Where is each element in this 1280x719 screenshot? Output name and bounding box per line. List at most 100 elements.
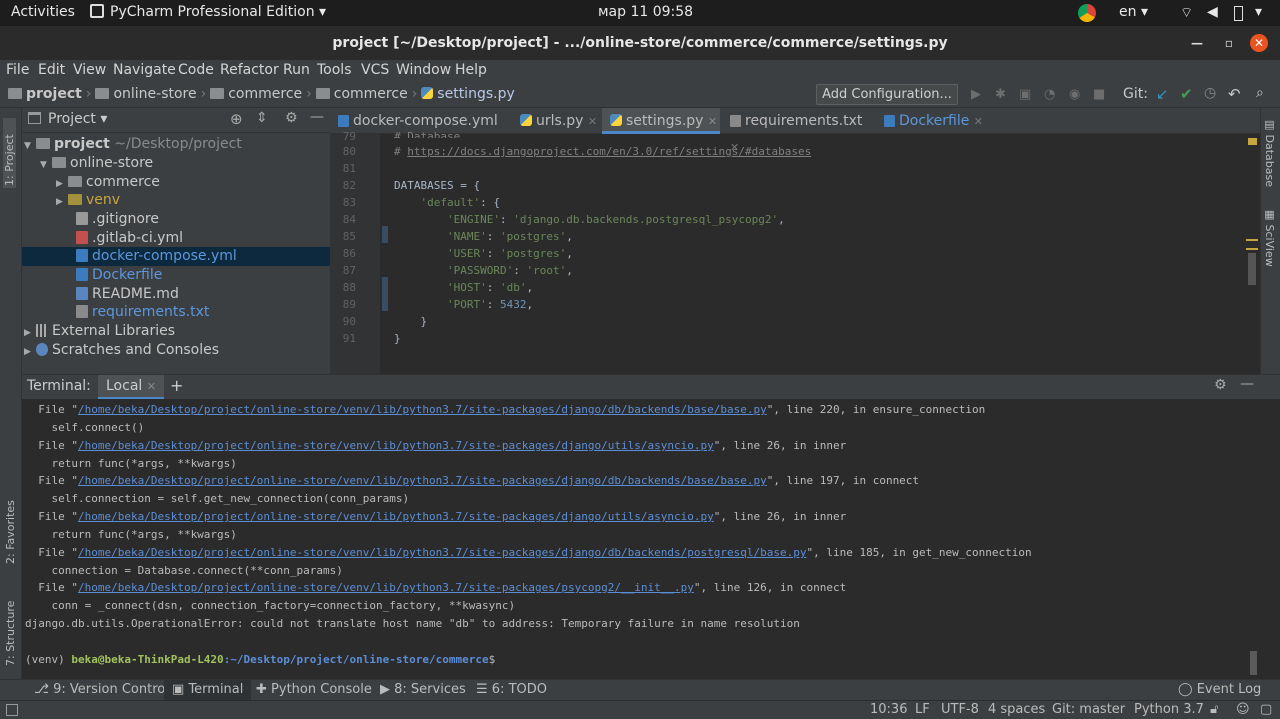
volume-icon[interactable]: ◀ [1207,4,1218,20]
stop-icon[interactable]: ■ [1093,87,1105,102]
new-terminal-icon[interactable]: + [170,376,183,395]
breadcrumb-project[interactable]: project [8,86,82,102]
code-line[interactable]: 'USER': 'postgres', [394,247,573,260]
code-line[interactable]: DATABASES = { [394,179,480,192]
breadcrumb-commerce[interactable]: commerce [210,86,302,102]
hide-panel-icon[interactable]: — [310,109,324,125]
vcs-update-icon[interactable]: ↙ [1156,85,1169,103]
close-icon[interactable]: ✕ [1250,34,1268,52]
tree-item-readme[interactable]: README.md [76,285,179,304]
add-configuration-button[interactable]: Add Configuration... [816,84,958,105]
code-line[interactable]: # https://docs.djangoproject.com/en/3.0/… [394,145,811,158]
tool-event-log[interactable]: ◯ Event Log [1178,682,1261,697]
vcs-rollback-icon[interactable]: ↶ [1228,85,1241,103]
traceback-link[interactable]: /home/beka/Desktop/project/online-store/… [78,510,714,523]
breadcrumb-settings[interactable]: settings.py [421,86,515,102]
project-view-selector[interactable]: Project ▾ [48,111,107,127]
tool-terminal[interactable]: ▣ Terminal [164,680,252,700]
gear-icon[interactable]: ⚙ [1214,377,1227,393]
toggle-tool-windows-icon[interactable] [6,704,18,716]
menu-run[interactable]: Run [283,62,310,78]
tab-requirements[interactable]: requirements.txt ✕ [722,108,874,154]
close-tab-icon[interactable]: ✕ [708,115,717,128]
menu-edit[interactable]: Edit [38,62,65,78]
tab-dockerfile[interactable]: Dockerfile ✕ [876,108,996,134]
code-line[interactable]: 'PASSWORD': 'root', [394,264,573,277]
collapse-all-icon[interactable]: ⇕ [256,110,268,126]
debug-icon[interactable]: ✱ [995,87,1006,102]
vcs-commit-icon[interactable]: ✔ [1180,85,1193,103]
editor-scrollbar[interactable] [1248,253,1256,285]
profile-icon[interactable]: ◔ [1044,87,1055,102]
chrome-icon[interactable] [1078,4,1096,22]
menu-tools[interactable]: Tools [317,62,352,78]
tool-python-console[interactable]: ✚ Python Console [256,682,372,697]
code-line[interactable]: 'ENGINE': 'django.db.backends.postgresql… [394,213,785,226]
close-tab-icon[interactable]: ✕ [588,115,597,128]
activities-button[interactable]: Activities [11,4,75,20]
tree-item-project[interactable]: ▼ project ~/Desktop/project [24,135,242,154]
sciview-tool-tab[interactable]: ▦ SciView [1263,208,1276,267]
search-icon[interactable]: ⌕ [1256,85,1264,101]
favorites-tool-tab[interactable]: 2: Favorites [4,484,17,564]
terminal-scrollbar[interactable] [1250,651,1257,675]
code-line[interactable]: 'HOST': 'db', [394,281,533,294]
close-tab-icon[interactable]: ✕ [974,115,983,128]
terminal-prompt[interactable]: (venv) beka@beka-ThinkPad-L420:~/Desktop… [25,653,495,666]
tool-version-control[interactable]: ⎇ 9: Version Control [34,682,169,697]
menu-vcs[interactable]: VCS [361,62,389,78]
menu-window[interactable]: Window [396,62,451,78]
code-line[interactable]: # Database [394,130,460,138]
wifi-icon[interactable]: ⌔ [1180,4,1193,22]
warning-stripe[interactable] [1246,239,1258,241]
code-line[interactable]: 'default': { [394,196,500,209]
traceback-link[interactable]: /home/beka/Desktop/project/online-store/… [78,546,806,559]
tree-item-dockerfile[interactable]: Dockerfile [76,266,162,285]
python-interpreter[interactable]: Python 3.7 [1134,702,1204,717]
code-line[interactable]: } [394,315,427,328]
hide-panel-icon[interactable]: — [1240,376,1254,392]
minimize-icon[interactable]: — [1188,34,1206,52]
project-tool-tab[interactable]: 1: Project [3,118,16,188]
menu-view[interactable]: View [73,62,106,78]
coverage-icon[interactable]: ▣ [1019,87,1031,102]
tree-item-scratches[interactable]: ▶ Scratches and Consoles [24,341,219,360]
database-tool-tab[interactable]: ▤ Database [1263,118,1276,187]
code-line[interactable]: } [394,332,401,345]
menu-file[interactable]: File [6,62,29,78]
tree-item-gitlab-ci[interactable]: .gitlab-ci.yml [76,229,183,248]
maximize-icon[interactable]: ▫ [1220,34,1238,52]
notifications-icon[interactable]: ▢ [1260,702,1272,717]
terminal-tab-local[interactable]: Local ✕ [98,375,164,399]
breadcrumb-online-store[interactable]: online-store [95,86,197,102]
tree-item-online-store[interactable]: ▼ online-store [40,154,153,173]
tree-item-commerce[interactable]: ▶ commerce [56,173,160,192]
traceback-link[interactable]: /home/beka/Desktop/project/online-store/… [78,581,694,594]
traceback-link[interactable]: /home/beka/Desktop/project/online-store/… [78,439,714,452]
menu-refactor[interactable]: Refactor [220,62,279,78]
tab-settings[interactable]: settings.py ✕ [602,108,720,134]
battery-icon[interactable] [1234,6,1243,21]
structure-tool-tab[interactable]: 7: Structure [4,586,17,666]
concurrency-icon[interactable]: ◉ [1069,87,1080,102]
inspector-icon[interactable]: ☺ [1236,702,1250,717]
indent-setting[interactable]: 4 spaces [988,702,1045,717]
tool-services[interactable]: ▶ 8: Services [380,682,466,697]
tree-item-docker-compose[interactable]: docker-compose.yml [22,247,330,266]
tree-item-requirements[interactable]: requirements.txt [76,303,209,322]
tool-todo[interactable]: ☰ 6: TODO [476,682,547,697]
warning-stripe[interactable] [1246,248,1258,250]
locate-file-icon[interactable]: ⊕ [230,110,243,128]
breadcrumb-commerce-inner[interactable]: commerce [315,86,408,102]
run-icon[interactable]: ▶ [971,87,981,102]
tab-urls[interactable]: urls.py ✕ [512,108,600,134]
gear-icon[interactable]: ⚙ [285,110,298,126]
close-tab-icon[interactable]: ✕ [147,380,156,393]
caret-position[interactable]: 10:36 [870,702,907,717]
git-branch[interactable]: Git: master [1052,702,1125,717]
tree-item-gitignore[interactable]: .gitignore [76,210,159,229]
vcs-history-icon[interactable]: ◷ [1204,85,1216,101]
warning-stripe[interactable] [1248,138,1257,145]
language-indicator[interactable]: en ▾ [1119,4,1148,20]
file-encoding[interactable]: UTF-8 [941,702,979,717]
